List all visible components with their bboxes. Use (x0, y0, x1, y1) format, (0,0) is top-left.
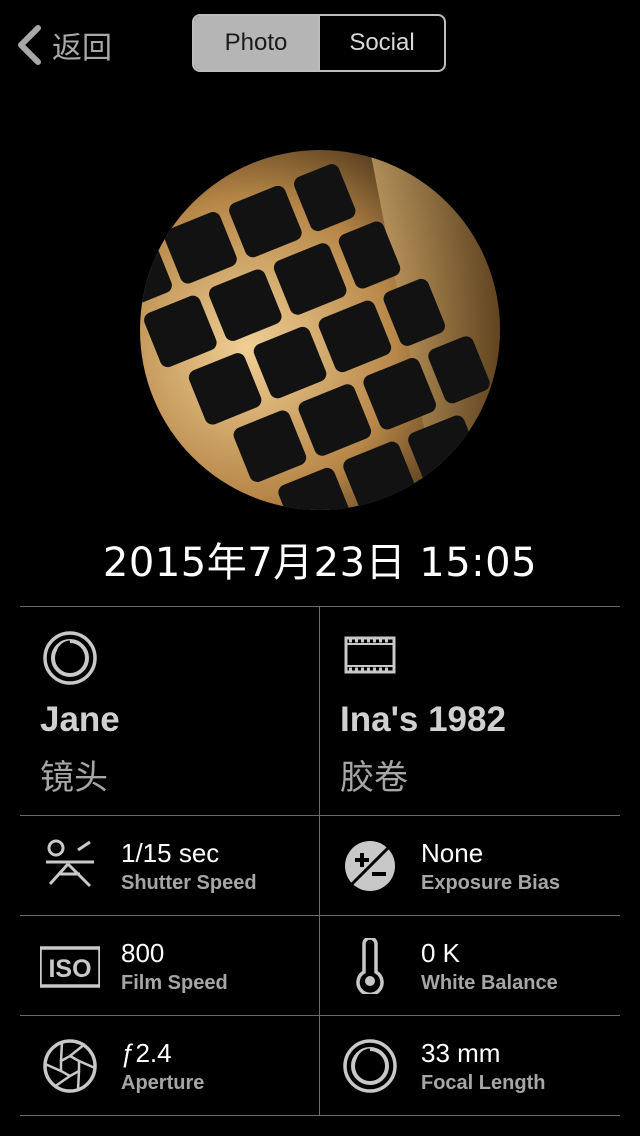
film-name: Ina's 1982 (340, 700, 506, 739)
thermometer-icon (356, 938, 384, 994)
lens-label: 镜头 (40, 758, 108, 798)
white-balance-cell: 0 K White Balance (320, 916, 619, 1015)
focal-length-cell: 33 mm Focal Length (320, 1016, 619, 1115)
svg-text:ISO: ISO (48, 955, 91, 983)
exposure-bias-icon (345, 841, 395, 891)
aperture-label: Aperture (121, 1072, 205, 1094)
back-button[interactable]: 返回 (14, 22, 112, 68)
exposure-bias-value: None (421, 838, 484, 868)
lens-name: Jane (40, 700, 120, 739)
white-balance-value: 0 K (421, 938, 461, 968)
film-icon (344, 636, 396, 674)
segmented-control: Photo Social (192, 14, 446, 72)
lens-icon (43, 631, 97, 685)
divider (20, 1115, 620, 1116)
shutter-speed-value: 1/15 sec (121, 838, 220, 868)
focal-length-value: 33 mm (421, 1038, 501, 1068)
chevron-left-icon (18, 25, 41, 65)
shutter-speed-icon (46, 839, 94, 888)
film-cell[interactable]: Ina's 1982 胶卷 (320, 606, 620, 815)
keyboard-photo-image (140, 150, 500, 510)
nav-bar: 返回 Photo Social (0, 0, 640, 90)
film-speed-label: Film Speed (121, 972, 228, 994)
photo-thumbnail[interactable] (140, 150, 500, 510)
film-speed-cell: ISO 800 Film Speed (20, 916, 319, 1015)
photo-datetime: 2015年7月23日 15:05 (102, 540, 538, 586)
tab-photo[interactable]: Photo (194, 16, 318, 70)
shutter-speed-label: Shutter Speed (121, 872, 257, 894)
exposure-bias-cell: None Exposure Bias (320, 816, 619, 915)
lens-cell[interactable]: Jane 镜头 (20, 606, 319, 815)
aperture-icon (43, 1039, 97, 1093)
focal-length-icon (343, 1039, 397, 1093)
focal-length-label: Focal Length (421, 1072, 546, 1094)
film-label: 胶卷 (340, 758, 408, 798)
shutter-speed-cell: 1/15 sec Shutter Speed (20, 816, 319, 915)
white-balance-label: White Balance (421, 972, 558, 994)
aperture-value: ƒ2.4 (121, 1038, 172, 1068)
tab-social[interactable]: Social (318, 16, 444, 70)
exposure-bias-label: Exposure Bias (421, 872, 560, 894)
aperture-cell: ƒ2.4 Aperture (20, 1016, 319, 1115)
iso-icon: ISO (40, 946, 100, 988)
film-speed-value: 800 (121, 938, 165, 968)
back-label: 返回 (52, 31, 112, 66)
